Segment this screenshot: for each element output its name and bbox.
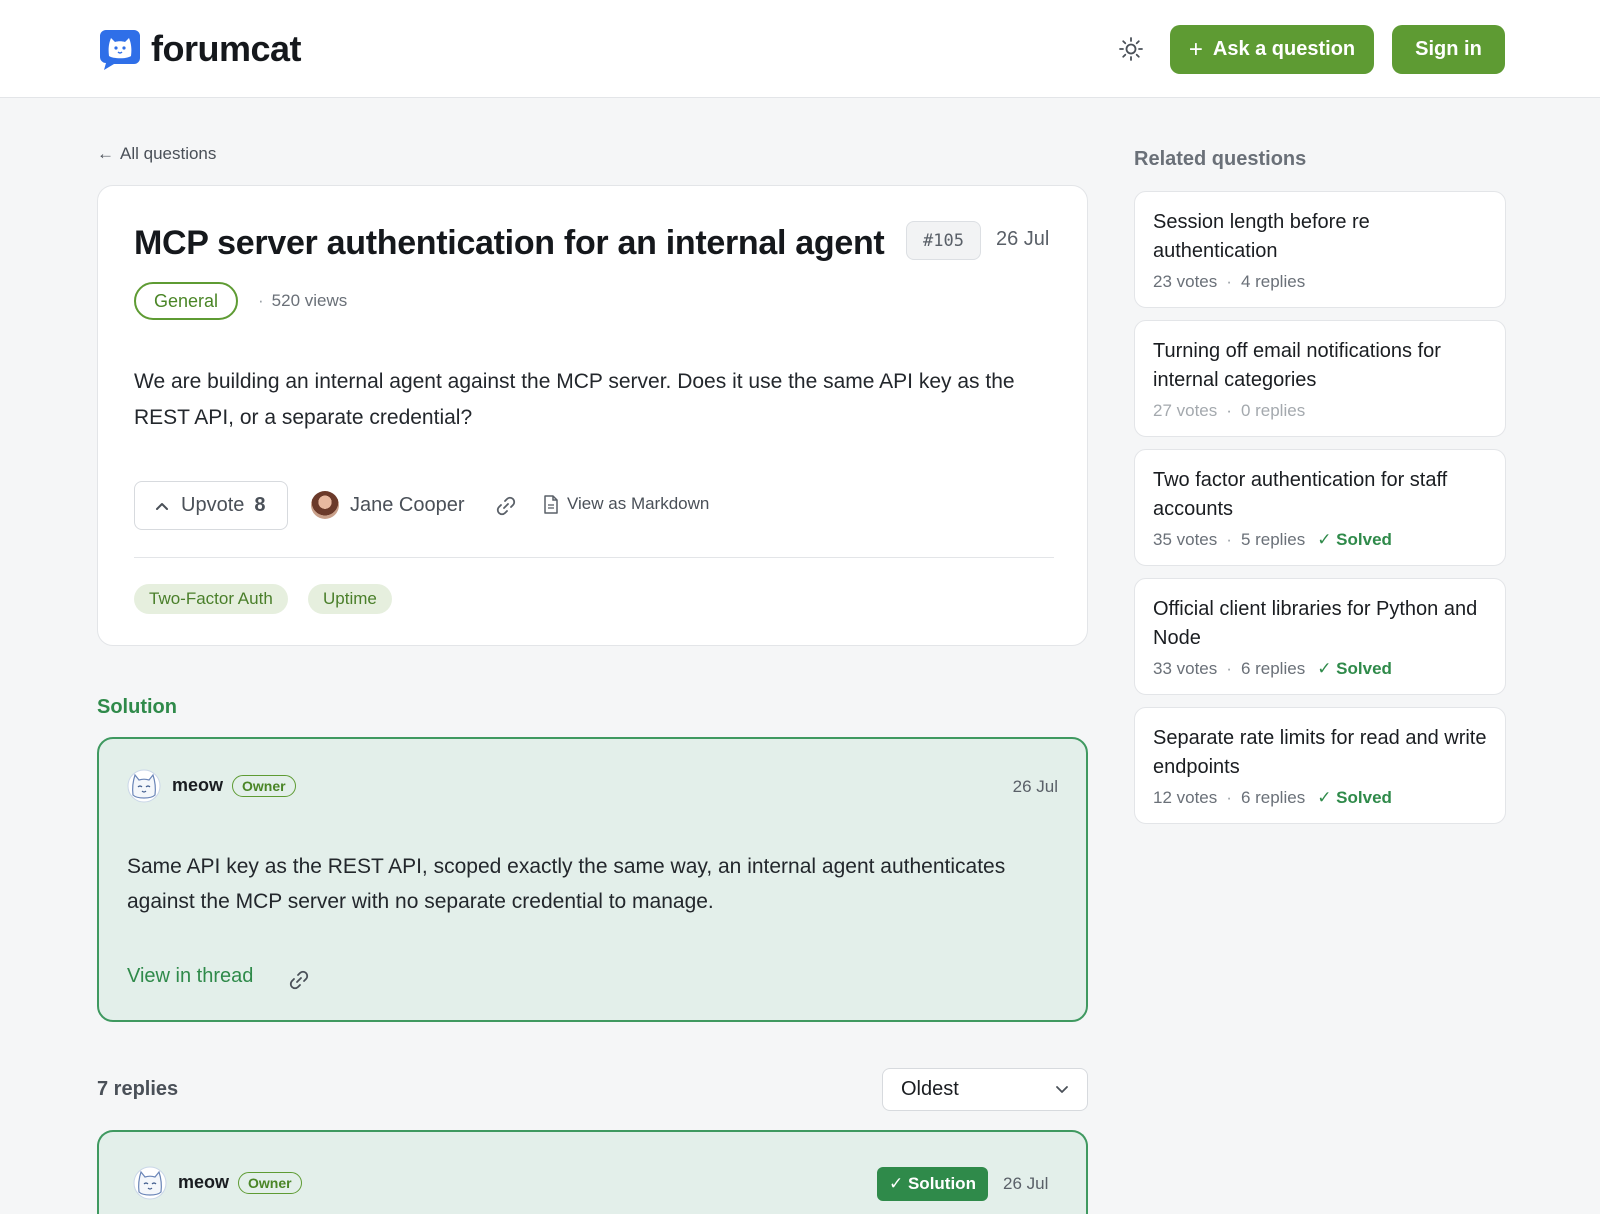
related-question-item[interactable]: Two factor authentication for staff acco… [1134,449,1506,566]
ask-question-button[interactable]: + Ask a question [1170,25,1374,74]
related-question-title: Official client libraries for Python and… [1153,598,1478,649]
tag-uptime[interactable]: Uptime [308,584,392,614]
solution-badge: ✓ Solution [877,1167,988,1201]
avatar [311,491,339,519]
votes-count: 27 votes [1153,401,1218,420]
related-question-meta: 27 votes · 0 replies [1153,401,1305,421]
related-question-item[interactable]: Turning off email notifications for inte… [1134,320,1506,437]
solved-badge: ✓ Solved [1317,530,1392,549]
solution-heading: Solution [97,696,177,718]
views-label: 520 views [271,291,348,310]
related-question-meta: 23 votes · 4 replies [1153,272,1305,292]
back-to-questions-link[interactable]: ← All questions [97,144,216,164]
cat-avatar-icon [133,1166,167,1200]
brand-logo[interactable]: forumcat [100,28,302,70]
question-author[interactable]: Jane Cooper [311,491,465,519]
upvote-count: 8 [254,494,266,516]
sort-select[interactable]: Oldest [882,1068,1088,1111]
votes-count: 35 votes [1153,530,1218,549]
sign-in-button[interactable]: Sign in [1392,25,1505,74]
markdown-label: View as Markdown [567,494,710,513]
replies-count: 6 replies [1240,659,1306,678]
related-question-item[interactable]: Official client libraries for Python and… [1134,578,1506,695]
upvote-label: Upvote [181,494,245,516]
related-question-item[interactable]: Session length before re authentication … [1134,191,1506,308]
related-question-title: Session length before re authentication [1153,211,1370,262]
arrow-left-icon: ← [97,144,114,163]
separator-dot: · [1226,788,1232,807]
separator-dot: · [258,291,264,310]
replies-count: 5 replies [1240,530,1306,549]
question-number-badge: #105 [906,221,981,260]
reply-card: meow Owner ✓ Solution 26 Jul [97,1130,1088,1214]
votes-count: 33 votes [1153,659,1218,678]
plus-icon: + [1188,35,1203,63]
author-name: Jane Cooper [350,493,465,516]
separator-dot: · [1226,272,1232,291]
related-question-meta: 33 votes · 6 replies ✓ Solved [1153,659,1392,679]
view-count: · 520 views [250,291,347,311]
related-question-title: Two factor authentication for staff acco… [1153,469,1448,520]
cat-avatar-icon [127,769,161,803]
reply-date: 26 Jul [1003,1174,1049,1193]
replies-count: 7 replies [97,1078,179,1100]
solution-author[interactable]: meow [172,775,223,796]
related-question-meta: 12 votes · 6 replies ✓ Solved [1153,788,1392,808]
solution-date: 26 Jul [1012,777,1058,796]
link-icon[interactable] [495,495,517,517]
replies-count: 0 replies [1240,401,1306,420]
view-in-thread-link[interactable]: View in thread [127,965,253,988]
top-bar: forumcat + Ask a question Sign in [0,0,1600,98]
upvote-button[interactable]: Upvote 8 [134,481,288,530]
sort-value: Oldest [901,1078,959,1100]
sun-icon[interactable] [1118,36,1144,62]
owner-badge: Owner [232,775,296,797]
category-pill[interactable]: General [134,282,239,320]
reply-author[interactable]: meow [178,1172,229,1193]
chevron-down-icon [1056,1086,1068,1093]
divider [134,557,1054,558]
link-icon[interactable] [288,969,310,991]
related-questions-heading: Related questions [1134,148,1307,170]
back-label: All questions [120,144,217,163]
chevron-up-icon [156,502,168,510]
replies-count: 6 replies [1240,788,1306,807]
related-question-meta: 35 votes · 5 replies ✓ Solved [1153,530,1392,550]
separator-dot: · [1226,659,1232,678]
votes-count: 23 votes [1153,272,1218,291]
related-question-title: Separate rate limits for read and write … [1153,727,1487,778]
question-date: 26 Jul [996,228,1050,250]
tag-two-factor-auth[interactable]: Two-Factor Auth [134,584,288,614]
solution-card: meow Owner 26 Jul Same API key as the RE… [97,737,1088,1022]
question-body: We are building an internal agent agains… [134,370,1015,429]
brand-name: forumcat [151,28,302,69]
votes-count: 12 votes [1153,788,1218,807]
cat-chat-icon [100,30,140,70]
related-question-item[interactable]: Separate rate limits for read and write … [1134,707,1506,824]
view-as-markdown-link[interactable]: View as Markdown [543,494,709,514]
related-question-title: Turning off email notifications for inte… [1153,340,1441,391]
owner-badge: Owner [238,1172,302,1194]
solved-badge: ✓ Solved [1317,788,1392,807]
document-icon [544,494,558,514]
solved-badge: ✓ Solved [1317,659,1392,678]
separator-dot: · [1226,530,1232,549]
replies-count: 4 replies [1240,272,1306,291]
separator-dot: · [1226,401,1232,420]
ask-question-label: Ask a question [1212,38,1356,60]
question-card: MCP server authentication for an interna… [97,185,1088,646]
question-title: MCP server authentication for an interna… [134,224,885,262]
solution-body: Same API key as the REST API, scoped exa… [127,855,1006,913]
